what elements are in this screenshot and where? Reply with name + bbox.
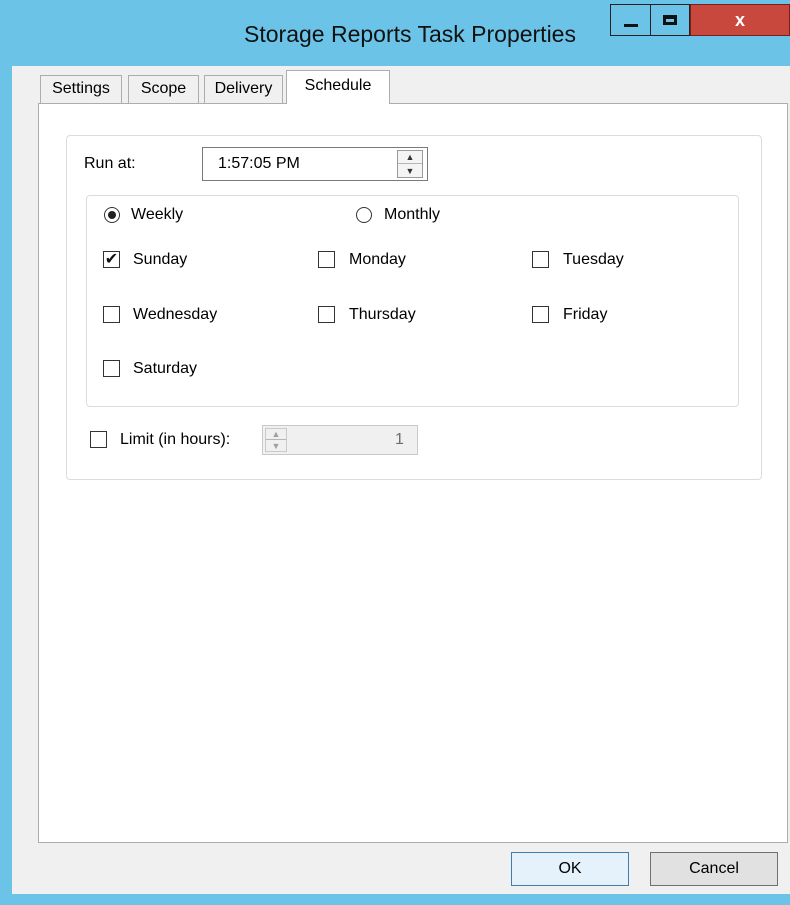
thursday-checkbox[interactable] bbox=[318, 306, 335, 323]
monthly-label[interactable]: Monthly bbox=[384, 204, 440, 226]
spin-up-icon[interactable]: ▲ bbox=[398, 151, 422, 164]
thursday-label[interactable]: Thursday bbox=[349, 304, 416, 326]
wednesday-label[interactable]: Wednesday bbox=[133, 304, 217, 326]
tab-schedule[interactable]: Schedule bbox=[286, 70, 390, 104]
tab-delivery[interactable]: Delivery bbox=[204, 75, 283, 103]
window-title: Storage Reports Task Properties bbox=[244, 21, 576, 47]
limit-label[interactable]: Limit (in hours): bbox=[120, 429, 230, 451]
wednesday-checkbox[interactable] bbox=[103, 306, 120, 323]
limit-hours-value[interactable]: 1 bbox=[395, 428, 404, 452]
checkmark-icon: ✔ bbox=[104, 250, 119, 268]
run-at-spinner[interactable]: ▲ ▼ bbox=[397, 150, 423, 178]
sunday-label[interactable]: Sunday bbox=[133, 249, 187, 271]
weekly-radio[interactable] bbox=[104, 207, 120, 223]
spin-down-icon[interactable]: ▼ bbox=[266, 440, 286, 451]
monday-label[interactable]: Monday bbox=[349, 249, 406, 271]
spin-down-icon[interactable]: ▼ bbox=[398, 164, 422, 177]
tuesday-checkbox[interactable] bbox=[532, 251, 549, 268]
run-at-time-value[interactable]: 1:57:05 PM bbox=[218, 151, 300, 177]
close-icon: x bbox=[734, 9, 745, 30]
minimize-button[interactable] bbox=[610, 4, 650, 36]
sunday-checkbox[interactable]: ✔ bbox=[103, 251, 120, 268]
ok-button[interactable]: OK bbox=[511, 852, 629, 886]
radio-selected-icon bbox=[108, 211, 116, 219]
run-at-label: Run at: bbox=[84, 155, 136, 172]
friday-checkbox[interactable] bbox=[532, 306, 549, 323]
cancel-button[interactable]: Cancel bbox=[650, 852, 778, 886]
monthly-radio[interactable] bbox=[356, 207, 372, 223]
maximize-icon bbox=[663, 15, 677, 25]
tuesday-label[interactable]: Tuesday bbox=[563, 249, 624, 271]
window-border-left bbox=[0, 66, 12, 894]
limit-spinner[interactable]: ▲ ▼ bbox=[265, 428, 287, 452]
saturday-checkbox[interactable] bbox=[103, 360, 120, 377]
friday-label[interactable]: Friday bbox=[563, 304, 607, 326]
minimize-icon bbox=[623, 23, 638, 27]
monday-checkbox[interactable] bbox=[318, 251, 335, 268]
limit-checkbox[interactable] bbox=[90, 431, 107, 448]
saturday-label[interactable]: Saturday bbox=[133, 358, 197, 380]
weekly-label[interactable]: Weekly bbox=[131, 204, 183, 226]
spin-up-icon[interactable]: ▲ bbox=[266, 429, 286, 440]
tab-scope[interactable]: Scope bbox=[128, 75, 199, 103]
maximize-button[interactable] bbox=[650, 4, 690, 36]
tab-settings[interactable]: Settings bbox=[40, 75, 122, 103]
window-border-bottom bbox=[0, 894, 790, 905]
close-button[interactable]: x bbox=[690, 4, 790, 36]
